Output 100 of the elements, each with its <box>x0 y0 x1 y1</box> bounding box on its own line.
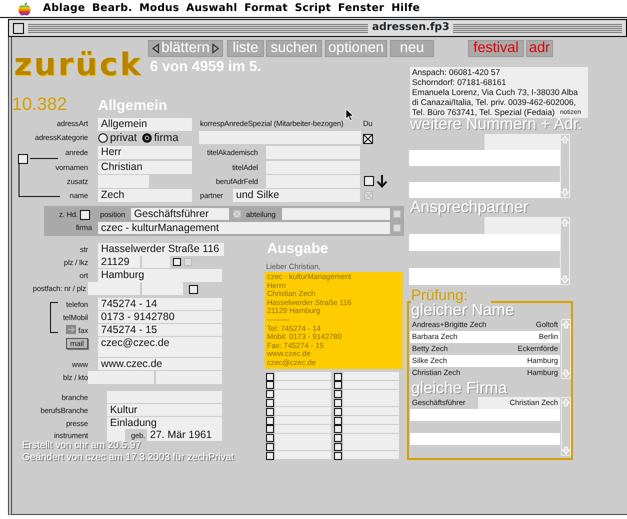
text-field[interactable]: 745274 - 14 <box>98 298 222 310</box>
text-field[interactable]: czec@czec.de <box>98 337 222 357</box>
checkbox[interactable] <box>334 390 342 398</box>
text-field[interactable]: Kultur <box>107 404 222 416</box>
checkbox[interactable] <box>334 425 342 434</box>
checkbox[interactable] <box>266 416 274 424</box>
portal-row[interactable] <box>409 234 560 251</box>
option-field[interactable] <box>343 398 399 406</box>
down-arrow-icon <box>376 174 388 188</box>
checkbox[interactable] <box>364 176 374 186</box>
text-field[interactable]: Allgemein <box>98 118 192 131</box>
text-field[interactable]: Einladung <box>107 417 222 429</box>
menu-item[interactable]: Bearb. <box>92 0 132 16</box>
text-field[interactable] <box>266 175 360 188</box>
checkbox[interactable] <box>334 381 342 390</box>
option-field[interactable] <box>343 407 399 416</box>
checkbox[interactable] <box>334 442 342 451</box>
text-field[interactable] <box>88 371 154 384</box>
close-box[interactable] <box>13 22 24 34</box>
checkbox[interactable] <box>80 210 90 220</box>
result-row[interactable] <box>410 433 560 444</box>
checkbox[interactable] <box>189 285 198 294</box>
option-field[interactable] <box>275 390 331 398</box>
menu-item[interactable]: Fenster <box>338 0 384 16</box>
text-field[interactable]: Christian <box>98 161 192 174</box>
checkbox[interactable] <box>266 452 274 460</box>
text-field[interactable]: 745274 - 15 <box>98 324 222 336</box>
text-field[interactable] <box>266 146 360 159</box>
text-field[interactable] <box>142 256 170 268</box>
menu-item[interactable]: Ablage <box>43 0 86 16</box>
menu-item[interactable]: Hilfe <box>391 0 420 16</box>
text-field[interactable] <box>282 208 390 220</box>
text-field[interactable]: Hasselwerder Straße 116 <box>98 243 224 256</box>
text-field[interactable] <box>98 175 149 188</box>
text-field[interactable]: 21129 <box>98 256 140 268</box>
option-field[interactable] <box>343 380 399 389</box>
portal-row[interactable] <box>409 150 560 166</box>
text-field[interactable]: und Silke <box>233 189 360 202</box>
checkbox[interactable] <box>266 390 274 398</box>
text-field[interactable]: Hamburg <box>98 269 222 282</box>
apple-icon[interactable] <box>18 2 31 16</box>
text-field[interactable]: Geschäftsführer <box>131 208 229 220</box>
option-field[interactable] <box>275 407 331 416</box>
checkbox[interactable] <box>334 372 342 380</box>
text-field[interactable] <box>107 391 222 403</box>
option-field[interactable] <box>275 380 331 389</box>
result-row[interactable] <box>410 409 560 420</box>
option-field[interactable] <box>343 390 399 398</box>
scroll-bar[interactable] <box>560 217 570 285</box>
text-field[interactable] <box>266 161 360 174</box>
text-field[interactable]: 0173 - 9142780 <box>98 311 222 323</box>
text-field[interactable] <box>107 429 125 441</box>
checkbox[interactable] <box>266 398 274 407</box>
checkbox[interactable] <box>266 408 274 416</box>
radio-button[interactable] <box>98 133 108 143</box>
checkbox[interactable] <box>266 372 274 380</box>
portal-row[interactable] <box>409 268 560 285</box>
option-field[interactable] <box>343 424 399 433</box>
text-field[interactable]: Herr <box>98 146 192 159</box>
menu-item[interactable]: Modus <box>139 0 180 16</box>
checkbox[interactable] <box>334 452 342 460</box>
checkbox[interactable] <box>363 134 373 144</box>
option-field[interactable] <box>275 372 331 380</box>
radio-label[interactable]: firma <box>154 132 178 144</box>
checkbox[interactable] <box>266 434 274 442</box>
menu-item[interactable]: Script <box>294 0 331 16</box>
text-field[interactable] <box>156 371 222 384</box>
option-field[interactable] <box>275 434 331 442</box>
option-field[interactable] <box>275 442 331 450</box>
text-field[interactable] <box>88 282 140 295</box>
scroll-up-icon <box>561 135 569 144</box>
checkbox[interactable] <box>334 398 342 407</box>
checkbox[interactable] <box>18 154 28 164</box>
text-field[interactable]: Zech <box>98 189 192 202</box>
option-field[interactable] <box>275 416 331 424</box>
option-field[interactable] <box>343 442 399 450</box>
option-field[interactable] <box>275 398 331 406</box>
option-field[interactable] <box>343 451 399 460</box>
menu-item[interactable]: Auswahl <box>186 0 238 16</box>
option-field[interactable] <box>343 372 399 380</box>
option-field[interactable] <box>343 434 399 442</box>
checkbox[interactable] <box>334 434 342 442</box>
checkbox[interactable] <box>334 408 342 416</box>
text-field[interactable] <box>142 282 183 295</box>
checkbox[interactable] <box>266 425 274 434</box>
option-field[interactable] <box>275 451 331 460</box>
portal-row[interactable] <box>409 182 560 198</box>
text-field[interactable]: czec - kulturManagement <box>98 222 390 234</box>
menu-item[interactable]: Format <box>244 0 288 16</box>
checkbox[interactable] <box>266 442 274 451</box>
checkbox[interactable] <box>266 381 274 390</box>
text-field[interactable]: 27. Mär 1961 <box>147 429 222 441</box>
radio-label[interactable]: privat <box>110 132 137 144</box>
text-field[interactable]: www.czec.de <box>98 358 222 370</box>
checkbox[interactable] <box>173 258 181 266</box>
option-field[interactable] <box>343 416 399 424</box>
text-field[interactable] <box>199 131 361 144</box>
checkbox[interactable] <box>334 416 342 424</box>
radio-button[interactable] <box>142 133 152 143</box>
option-field[interactable] <box>275 424 331 433</box>
